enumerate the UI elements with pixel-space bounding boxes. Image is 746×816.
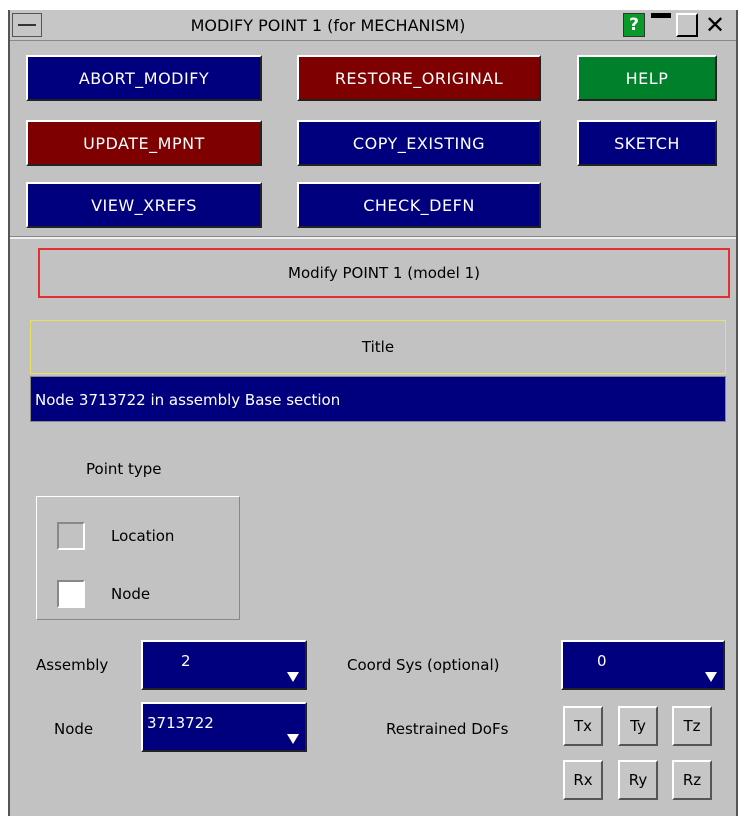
modify-header: Modify POINT 1 (model 1) xyxy=(38,248,730,298)
view-xrefs-button[interactable]: VIEW_XREFS xyxy=(26,182,262,228)
assembly-value: 2 xyxy=(181,652,191,670)
node-label: Node xyxy=(54,720,94,738)
modify-point-window: MODIFY POINT 1 (for MECHANISM) ? ✕ ABORT… xyxy=(8,10,738,816)
dof-rz-button[interactable]: Rz xyxy=(672,760,712,800)
dropdown-arrow-icon xyxy=(287,672,299,682)
node-checkbox[interactable] xyxy=(57,580,85,608)
sketch-button[interactable]: SKETCH xyxy=(577,120,717,166)
check-defn-button[interactable]: CHECK_DEFN xyxy=(297,182,541,228)
minimize-icon[interactable] xyxy=(650,13,672,37)
title-field[interactable]: Node 3713722 in assembly Base section xyxy=(30,376,726,422)
coord-sys-value: 0 xyxy=(597,652,607,670)
copy-existing-button[interactable]: COPY_EXISTING xyxy=(297,120,541,166)
point-type-group: Location Node xyxy=(36,496,240,620)
restore-original-button[interactable]: RESTORE_ORIGINAL xyxy=(297,55,541,101)
separator xyxy=(10,236,736,239)
point-type-node-option[interactable]: Node xyxy=(57,579,150,609)
dof-tz-button[interactable]: Tz xyxy=(672,706,712,746)
title-bar[interactable]: MODIFY POINT 1 (for MECHANISM) ? ✕ xyxy=(10,10,736,41)
node-option-label: Node xyxy=(111,585,151,603)
window-menu-icon[interactable] xyxy=(12,13,42,37)
location-label: Location xyxy=(111,527,175,545)
dof-ty-button[interactable]: Ty xyxy=(618,706,658,746)
close-icon[interactable]: ✕ xyxy=(702,13,728,37)
node-value: 3713722 xyxy=(147,714,214,732)
coord-sys-dropdown[interactable]: 0 xyxy=(561,640,725,690)
update-mpnt-button[interactable]: UPDATE_MPNT xyxy=(26,120,262,166)
dof-rx-button[interactable]: Rx xyxy=(563,760,603,800)
dropdown-arrow-icon xyxy=(287,734,299,744)
title-header: Title xyxy=(30,320,726,374)
dropdown-arrow-icon xyxy=(705,672,717,682)
help-button[interactable]: HELP xyxy=(577,55,717,101)
coord-sys-label: Coord Sys (optional) xyxy=(347,656,500,674)
help-question-icon[interactable]: ? xyxy=(623,13,645,37)
abort-modify-button[interactable]: ABORT_MODIFY xyxy=(26,55,262,101)
dof-ry-button[interactable]: Ry xyxy=(618,760,658,800)
node-dropdown[interactable]: 3713722 xyxy=(141,702,307,752)
restrained-dofs-label: Restrained DoFs xyxy=(386,720,509,738)
window-title: MODIFY POINT 1 (for MECHANISM) xyxy=(190,16,466,35)
assembly-label: Assembly xyxy=(36,656,109,674)
dof-tx-button[interactable]: Tx xyxy=(563,706,603,746)
location-checkbox[interactable] xyxy=(57,522,85,550)
point-type-location-option[interactable]: Location xyxy=(57,521,174,551)
point-type-label: Point type xyxy=(86,460,162,478)
maximize-icon[interactable] xyxy=(676,13,698,37)
assembly-dropdown[interactable]: 2 xyxy=(141,640,307,690)
